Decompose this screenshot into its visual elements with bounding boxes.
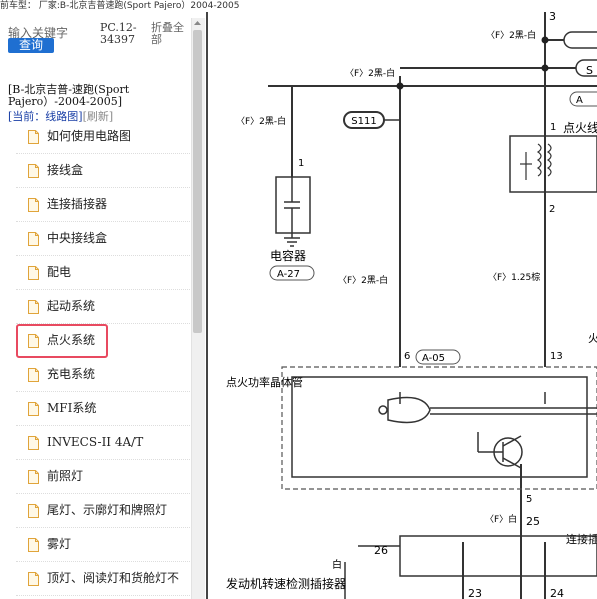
nav-item[interactable]: 顶灯、阅读灯和货舱灯不: [16, 562, 190, 596]
fire-label: 火: [588, 332, 597, 345]
junction-dots: [396, 36, 549, 90]
wire-label: 〈F〉白: [485, 513, 517, 525]
nav-item[interactable]: 起动系统: [16, 290, 190, 324]
nav-item[interactable]: 尾灯、示廓灯和牌照灯: [16, 494, 190, 528]
tach-connector-label: 发动机转速检测插接器: [226, 576, 346, 591]
sidebar: 输入关键字 查询 PC.12-34397 折叠全部 [B-北京吉普-速跑(Spo…: [0, 12, 206, 599]
nav-item[interactable]: 雾灯: [16, 528, 190, 562]
nav-item[interactable]: 中央接线盒: [16, 222, 190, 256]
pin-label: 2: [549, 204, 555, 215]
nav-item-label: 尾灯、示廓灯和牌照灯: [47, 503, 168, 517]
diagram-nav-list: 如何使用电路图 接线盒连接插接器中央接线盒配电起动系统点火系统充电系统 MFI系统 I…: [16, 120, 190, 596]
coil-label: 点火线: [563, 121, 597, 135]
nav-item-label: MFI系统: [47, 401, 97, 415]
document-icon: [28, 402, 39, 416]
wire-label: 〈F〉1.25棕: [488, 271, 540, 283]
vehicle-title: [B-北京吉普-速跑(Sport Pajero）-2004-2005]: [8, 83, 130, 108]
nav-item-label: 雾灯: [47, 537, 72, 551]
ref-label: S: [586, 64, 593, 77]
ref-label: A: [576, 95, 583, 106]
nav-item-label: 起动系统: [47, 299, 96, 313]
document-icon: [28, 198, 39, 212]
nav-item-label: 如何使用电路图: [47, 129, 132, 143]
ref-label: A-05: [422, 353, 445, 364]
document-icon: [28, 368, 39, 382]
pin-label: 1: [298, 158, 304, 169]
document-icon: [28, 266, 39, 280]
splice-label: S111: [351, 116, 376, 127]
document-icon: [28, 470, 39, 484]
pin-label: 3: [549, 12, 556, 23]
document-icon: [28, 436, 39, 450]
pin-label: 13: [550, 351, 563, 362]
wiring-diagram: S111 〈F〉2黑-白 〈F〉2黑-白 〈F〉2黑-白 3 S A 1 点火线…: [226, 12, 597, 599]
nav-item-label: 前照灯: [47, 469, 84, 483]
document-icon: [28, 334, 39, 348]
wire-label: 白: [332, 558, 342, 571]
document-icon: [28, 572, 39, 586]
pin-label: 6: [404, 351, 410, 362]
fold-all-link[interactable]: 折叠全部: [151, 22, 191, 46]
wire-label: 〈F〉2黑-白: [345, 67, 395, 79]
pin-label: 25: [526, 515, 540, 528]
scroll-thumb[interactable]: [193, 30, 202, 333]
capacitor-box: [275, 176, 311, 234]
transistor-module: [281, 366, 597, 490]
nav-item[interactable]: 连接插接器: [16, 188, 190, 222]
nav-item-label: 配电: [47, 265, 72, 279]
document-icon: [28, 538, 39, 552]
wire-label: 〈F〉2黑-白: [338, 274, 388, 286]
nav-item[interactable]: MFI系统: [16, 392, 190, 426]
nav-item[interactable]: 点火系统: [16, 324, 108, 358]
ref-label: A-27: [277, 269, 300, 280]
document-icon: [28, 130, 39, 144]
pin-label: 1: [550, 122, 556, 133]
nav-item-label: 接线盒: [47, 163, 84, 177]
document-icon: [28, 300, 39, 314]
nav-item-label: 顶灯、阅读灯和货舱灯不: [47, 571, 180, 585]
pc-code: PC.12-34397: [100, 21, 137, 46]
nav-item[interactable]: 接线盒: [16, 154, 190, 188]
document-icon: [28, 232, 39, 246]
pin-label: 23: [468, 587, 482, 599]
nav-item-label: 中央接线盒: [47, 231, 108, 245]
vehicle-info-bar: 前车型： 厂家:B-北京吉普速跑(Sport Pajero）2004-2005: [0, 0, 597, 12]
wire-label: 〈F〉2黑-白: [236, 115, 286, 127]
nav-item-label: 连接插接器: [47, 197, 108, 211]
pin-label: 26: [374, 544, 388, 557]
pin-label: 5: [526, 494, 532, 505]
nav-item[interactable]: 如何使用电路图: [16, 120, 190, 154]
nav-item[interactable]: 配电: [16, 256, 190, 290]
document-icon: [28, 504, 39, 518]
nav-item-label: 点火系统: [47, 333, 96, 347]
capacitor-label: 电容器: [270, 248, 306, 263]
nav-item[interactable]: 前照灯: [16, 460, 190, 494]
nav-item[interactable]: 充电系统: [16, 358, 190, 392]
document-icon: [28, 164, 39, 178]
nav-item-label: 充电系统: [47, 367, 96, 381]
nav-item[interactable]: INVECS-II 4A/T: [16, 426, 190, 460]
pin-label: 24: [550, 587, 564, 599]
search-button[interactable]: 查询: [8, 38, 54, 53]
wire-label: 〈F〉2黑-白: [486, 29, 536, 41]
scroll-up-arrow-icon[interactable]: [193, 19, 202, 28]
nav-item-label: INVECS-II 4A/T: [47, 435, 144, 449]
connector-label: 连接插接器: [566, 532, 597, 546]
